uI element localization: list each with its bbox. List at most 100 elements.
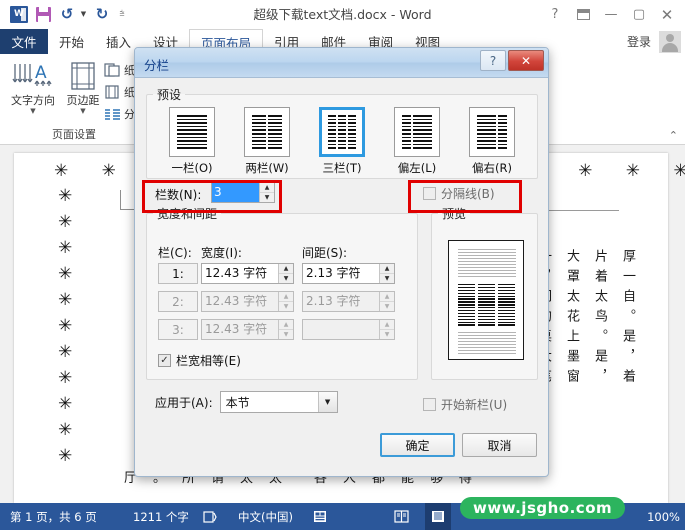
maximize-icon[interactable]: ▢ [625,2,653,28]
undo-icon[interactable]: ↺ [56,3,78,25]
column-width-3-stepper: ▲ ▼ [278,320,293,339]
orientation-icon [104,62,121,78]
preset-one-column[interactable]: 一栏(O) [161,107,223,176]
status-zoom[interactable]: 100% [647,503,680,530]
redo-icon[interactable]: ↻ [91,3,113,25]
preset-right[interactable]: 偏右(R) [461,107,523,176]
button-margins-label: 页边距 [66,94,100,107]
preview-group: 预览 [431,205,538,380]
read-mode-icon[interactable] [390,503,412,530]
status-page[interactable]: 第 1 页，共 6 页 [10,503,97,530]
column-spacing-3-stepper: ▲ ▼ [379,320,394,339]
preset-thumb-lines [177,115,207,149]
preset-two-columns[interactable]: 两栏(W) [236,107,298,176]
status-word-count[interactable]: 1211 个字 [133,503,189,530]
customize-qat-icon[interactable]: ⩭ [115,3,129,25]
presets-legend: 预设 [157,88,182,102]
dialog-body: 预设 一栏(O) 两栏(W) 三栏(T) 偏左(L) 偏右(R) 栏数(N): … [135,78,548,476]
checkbox-box [423,398,436,411]
button-text-direction-label: 文字方向 [11,94,55,107]
column-index-2: 2: [158,291,198,312]
dialog-help-icon[interactable]: ? [480,50,506,71]
col-header: 栏(C): [158,246,192,260]
dialog-close-icon[interactable]: ✕ [508,50,544,71]
collapse-ribbon-icon[interactable]: ⌃ [669,129,678,142]
preview-columns [458,284,515,327]
proofing-icon[interactable] [203,503,218,530]
status-language[interactable]: 中文(中国) [238,503,293,530]
preview-paper [448,240,524,360]
column-spacing-3: ▲ ▼ [302,319,395,340]
preview-column [458,284,475,327]
text-direction-icon: A [6,58,60,94]
column-spacing-1-value: 2.13 字符 [306,266,361,280]
chevron-down-icon[interactable]: ▼ [6,107,60,115]
column-spacing-1[interactable]: 2.13 字符 ▲ ▼ [302,263,395,284]
annotation-box-column-count [142,180,282,213]
help-icon[interactable]: ? [541,2,569,28]
button-paper-size[interactable]: 纸 [104,84,135,100]
preset-thumb-lines [252,115,282,149]
chevron-down-icon[interactable]: ▼ [317,392,337,412]
tab-file[interactable]: 文件 [0,29,48,54]
button-text-direction[interactable]: A 文字方向 ▼ [6,58,60,115]
ribbon-display-options-icon[interactable] [569,2,597,28]
print-layout-icon[interactable] [425,503,451,530]
column-width-2: 12.43 字符 ▲ ▼ [201,291,294,312]
preset-left[interactable]: 偏左(L) [386,107,448,176]
avatar[interactable] [659,31,681,53]
preset-three-columns-thumb [319,107,365,157]
start-new-column-checkbox[interactable]: 开始新栏(U) [423,396,507,413]
ribbon-group-page-setup: A 文字方向 ▼ 页边距 ▼ 纸 纸 分 页面设置 [0,54,148,144]
preview-gray-bottom [458,332,516,356]
column-width-3-value: 12.43 字符 [205,322,268,336]
undo-dropdown-icon[interactable]: ▼ [80,3,89,25]
apply-to-label: 应用于(A): [155,395,213,410]
column-width-1[interactable]: 12.43 字符 ▲ ▼ [201,263,294,284]
dialog-title: 分栏 [144,58,170,73]
preset-three-columns[interactable]: 三栏(T) [311,107,373,176]
column-width-1-value: 12.43 字符 [205,266,268,280]
column-index-3: 3: [158,319,198,340]
preset-right-label: 偏右(R) [472,161,512,175]
button-margins[interactable]: 页边距 ▼ [56,58,110,115]
preset-left-label: 偏左(L) [397,161,437,175]
button-columns[interactable]: 分 [104,106,135,122]
minimize-icon[interactable]: — [597,2,625,28]
preset-left-thumb [394,107,440,157]
column-spacing-1-stepper[interactable]: ▲ ▼ [379,264,394,283]
preset-one-column-label: 一栏(O) [171,161,213,175]
ribbon-group-label: 页面设置 [52,128,96,141]
title-bar: 超级下载text文档.docx - Word W ↺ ▼ ↻ ⩭ ? — ▢ ✕ [0,0,685,29]
window-controls: ? — ▢ ✕ [541,0,681,29]
presets-group: 预设 一栏(O) 两栏(W) 三栏(T) 偏左(L) 偏右(R) [146,86,538,179]
word-window: 超级下载text文档.docx - Word W ↺ ▼ ↻ ⩭ ? — ▢ ✕… [0,0,685,530]
save-icon[interactable] [32,3,54,25]
macro-icon[interactable] [313,503,327,530]
width-header: 宽度(I): [201,246,242,260]
column-width-2-value: 12.43 字符 [205,294,268,308]
presets-list: 一栏(O) 两栏(W) 三栏(T) 偏左(L) 偏右(R) [147,103,537,176]
chevron-down-icon[interactable]: ▼ [56,107,110,115]
quick-access-toolbar: W ↺ ▼ ↻ ⩭ [8,3,129,25]
close-icon[interactable]: ✕ [653,2,681,28]
cancel-button[interactable]: 取消 [462,433,537,457]
preset-three-columns-label: 三栏(T) [322,161,362,175]
margins-icon [56,58,110,94]
document-vertical-line: 大罩太花上墨窗 [564,249,579,389]
document-star-column: ✳ ✳ ✳ ✳ ✳ ✳ ✳ ✳ ✳ ✳ ✳ [58,186,73,466]
preview-column [498,284,515,327]
width-spacing-group: 宽度和间距 栏(C): 宽度(I): 间距(S): 1: 12.43 字符 ▲ ▼… [146,205,418,380]
tab-home[interactable]: 开始 [48,29,95,54]
column-spacing-2: 2.13 字符 ▲ ▼ [302,291,395,312]
word-logo-icon: W [8,3,30,25]
ok-button[interactable]: 确定 [380,433,455,457]
apply-to-row: 应用于(A): 本节 ▼ [155,391,338,413]
annotation-box-divider-line [408,180,522,213]
button-orientation[interactable]: 纸 [104,62,135,78]
apply-to-select[interactable]: 本节 ▼ [219,391,338,413]
equal-width-checkbox[interactable]: ✓ 栏宽相等(E) [158,352,241,369]
column-width-1-stepper[interactable]: ▲ ▼ [278,264,293,283]
column-width-3: 12.43 字符 ▲ ▼ [201,319,294,340]
signin-link[interactable]: 登录 [627,29,651,54]
